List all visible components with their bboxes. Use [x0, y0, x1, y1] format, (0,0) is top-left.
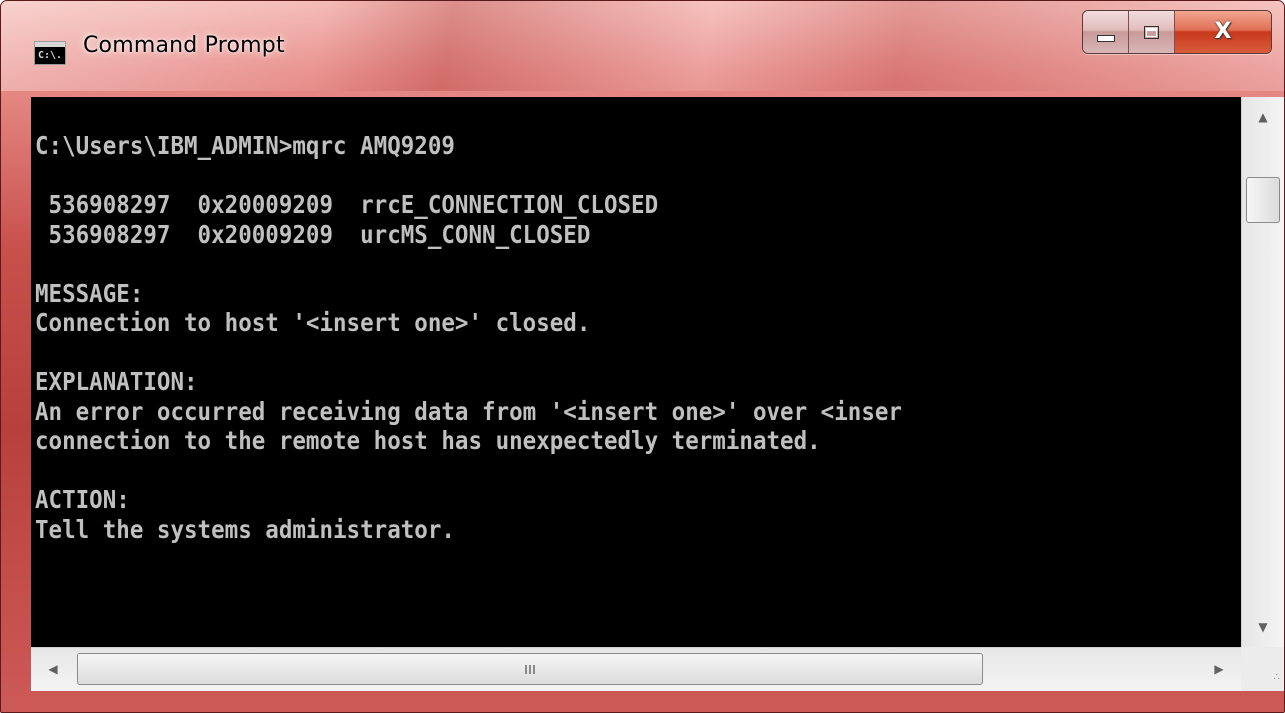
scroll-down-icon: ▼	[1258, 620, 1268, 634]
close-icon: X	[1214, 19, 1232, 44]
vertical-scroll-thumb[interactable]	[1246, 177, 1280, 223]
grip-icon	[525, 664, 535, 674]
console-line: 536908297 0x20009209 urcMS_CONN_CLOSED	[35, 219, 591, 249]
window-bottom-frame	[1, 691, 1284, 712]
resize-grip-icon: ∴	[1273, 672, 1281, 683]
console-line: ACTION:	[35, 485, 130, 514]
console-line: An error occurred receiving data from '<…	[35, 396, 902, 426]
horizontal-scroll-thumb[interactable]	[77, 653, 983, 685]
horizontal-scrollbar[interactable]: ◀ ▶	[31, 647, 1241, 691]
minimize-icon	[1096, 34, 1115, 42]
scroll-right-button[interactable]: ▶	[1197, 648, 1241, 690]
maximize-icon	[1144, 25, 1159, 39]
cmd-icon-text: C:\.	[38, 50, 63, 61]
console-line: C:\Users\IBM_ADMIN>mqrc AMQ9209	[35, 131, 455, 160]
vertical-scrollbar[interactable]: ▲ ▼	[1241, 97, 1284, 647]
scroll-up-icon: ▲	[1258, 110, 1268, 124]
close-button[interactable]: X	[1175, 11, 1271, 53]
maximize-button[interactable]	[1129, 11, 1175, 53]
console-lines: C:\Users\IBM_ADMIN>mqrc AMQ9209 53690829…	[35, 131, 902, 544]
resize-grip[interactable]: ∴	[1241, 647, 1284, 691]
scroll-left-button[interactable]: ◀	[31, 648, 75, 690]
window-title: Command Prompt	[83, 33, 285, 58]
minimize-button[interactable]	[1083, 11, 1129, 53]
console-output[interactable]: C:\Users\IBM_ADMIN>mqrc AMQ9209 53690829…	[31, 97, 1241, 647]
console-line: Tell the systems administrator.	[35, 514, 455, 544]
scroll-right-icon: ▶	[1214, 662, 1224, 676]
command-prompt-window: C:\. Command Prompt X C:\Users\IBM_ADMIN…	[0, 0, 1285, 713]
caption-buttons: X	[1082, 10, 1272, 54]
console-line: Connection to host '<insert one>' closed…	[35, 308, 591, 337]
console-line: MESSAGE:	[35, 278, 144, 308]
scroll-left-icon: ◀	[48, 662, 58, 676]
title-bar[interactable]: C:\. Command Prompt X	[1, 1, 1284, 93]
console-line: EXPLANATION:	[35, 367, 198, 396]
console-line: 536908297 0x20009209 rrcE_CONNECTION_CLO…	[35, 190, 659, 219]
cmd-icon[interactable]: C:\.	[34, 41, 66, 65]
scroll-up-button[interactable]: ▲	[1242, 97, 1284, 137]
console-line: connection to the remote host has unexpe…	[35, 426, 821, 455]
scroll-down-button[interactable]: ▼	[1242, 607, 1284, 647]
